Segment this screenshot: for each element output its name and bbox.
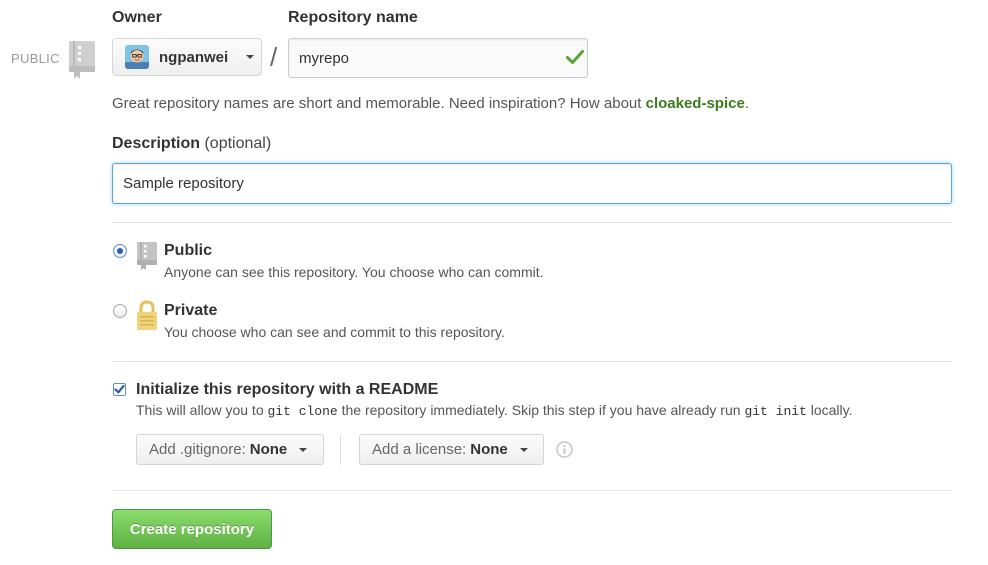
chevron-down-icon (299, 447, 308, 452)
checkmark-icon (566, 50, 584, 64)
hint-text: Great repository names are short and mem… (112, 95, 646, 112)
divider (112, 222, 952, 223)
owner-select[interactable]: ngpanwei (112, 38, 262, 76)
divider (112, 361, 952, 362)
gitignore-label: Add .gitignore: (149, 441, 246, 458)
public-option-description: Anyone can see this repository. You choo… (164, 264, 544, 280)
optional-note: (optional) (204, 135, 272, 152)
divider (112, 490, 952, 491)
init-readme-description: This will allow you to git clone the rep… (136, 402, 853, 419)
repository-name-label: Repository name (288, 9, 418, 26)
repo-book-icon (69, 41, 95, 79)
git-clone-code: git clone (267, 404, 338, 419)
repository-name-input[interactable] (288, 38, 588, 78)
public-option-title: Public (164, 242, 213, 259)
init-readme-title: Initialize this repository with a README (136, 381, 439, 398)
owner-name: ngpanwei (159, 48, 229, 66)
name-suggestion-link[interactable]: cloaked-spice (646, 95, 745, 112)
license-label: Add a license: (372, 441, 467, 458)
private-option-title: Private (164, 302, 218, 319)
gitignore-dropdown[interactable]: Add .gitignore: None (136, 434, 324, 465)
checkmark-icon (114, 384, 125, 394)
lock-icon (137, 300, 157, 330)
init-desc-text: This will allow you to (136, 402, 268, 418)
description-input[interactable] (112, 163, 952, 204)
license-dropdown[interactable]: Add a license: None (359, 434, 544, 465)
public-visibility-tag: PUBLIC (11, 51, 60, 66)
create-repository-button[interactable]: Create repository (112, 509, 272, 549)
chevron-down-icon (519, 447, 528, 452)
description-label-text: Description (112, 135, 201, 152)
repository-name-hint: Great repository names are short and mem… (112, 95, 749, 112)
chevron-down-icon (246, 55, 255, 59)
git-init-code: git init (744, 404, 807, 419)
description-label: Description (optional) (112, 135, 271, 153)
private-option-description: You choose who can see and commit to thi… (164, 324, 505, 340)
license-value: None (470, 441, 508, 458)
init-desc-text: the repository immediately. Skip this st… (337, 402, 745, 418)
avatar (125, 45, 149, 69)
public-radio[interactable] (113, 244, 127, 258)
repo-book-icon (137, 242, 157, 270)
owner-label: Owner (112, 9, 162, 26)
private-radio[interactable] (113, 304, 127, 318)
hint-suffix: . (744, 95, 749, 112)
divider (340, 434, 341, 465)
gitignore-value: None (249, 441, 288, 458)
init-readme-checkbox[interactable] (113, 383, 126, 396)
owner-repo-separator: / (270, 42, 278, 72)
init-desc-text: locally. (806, 402, 853, 418)
info-icon[interactable] (556, 441, 573, 458)
